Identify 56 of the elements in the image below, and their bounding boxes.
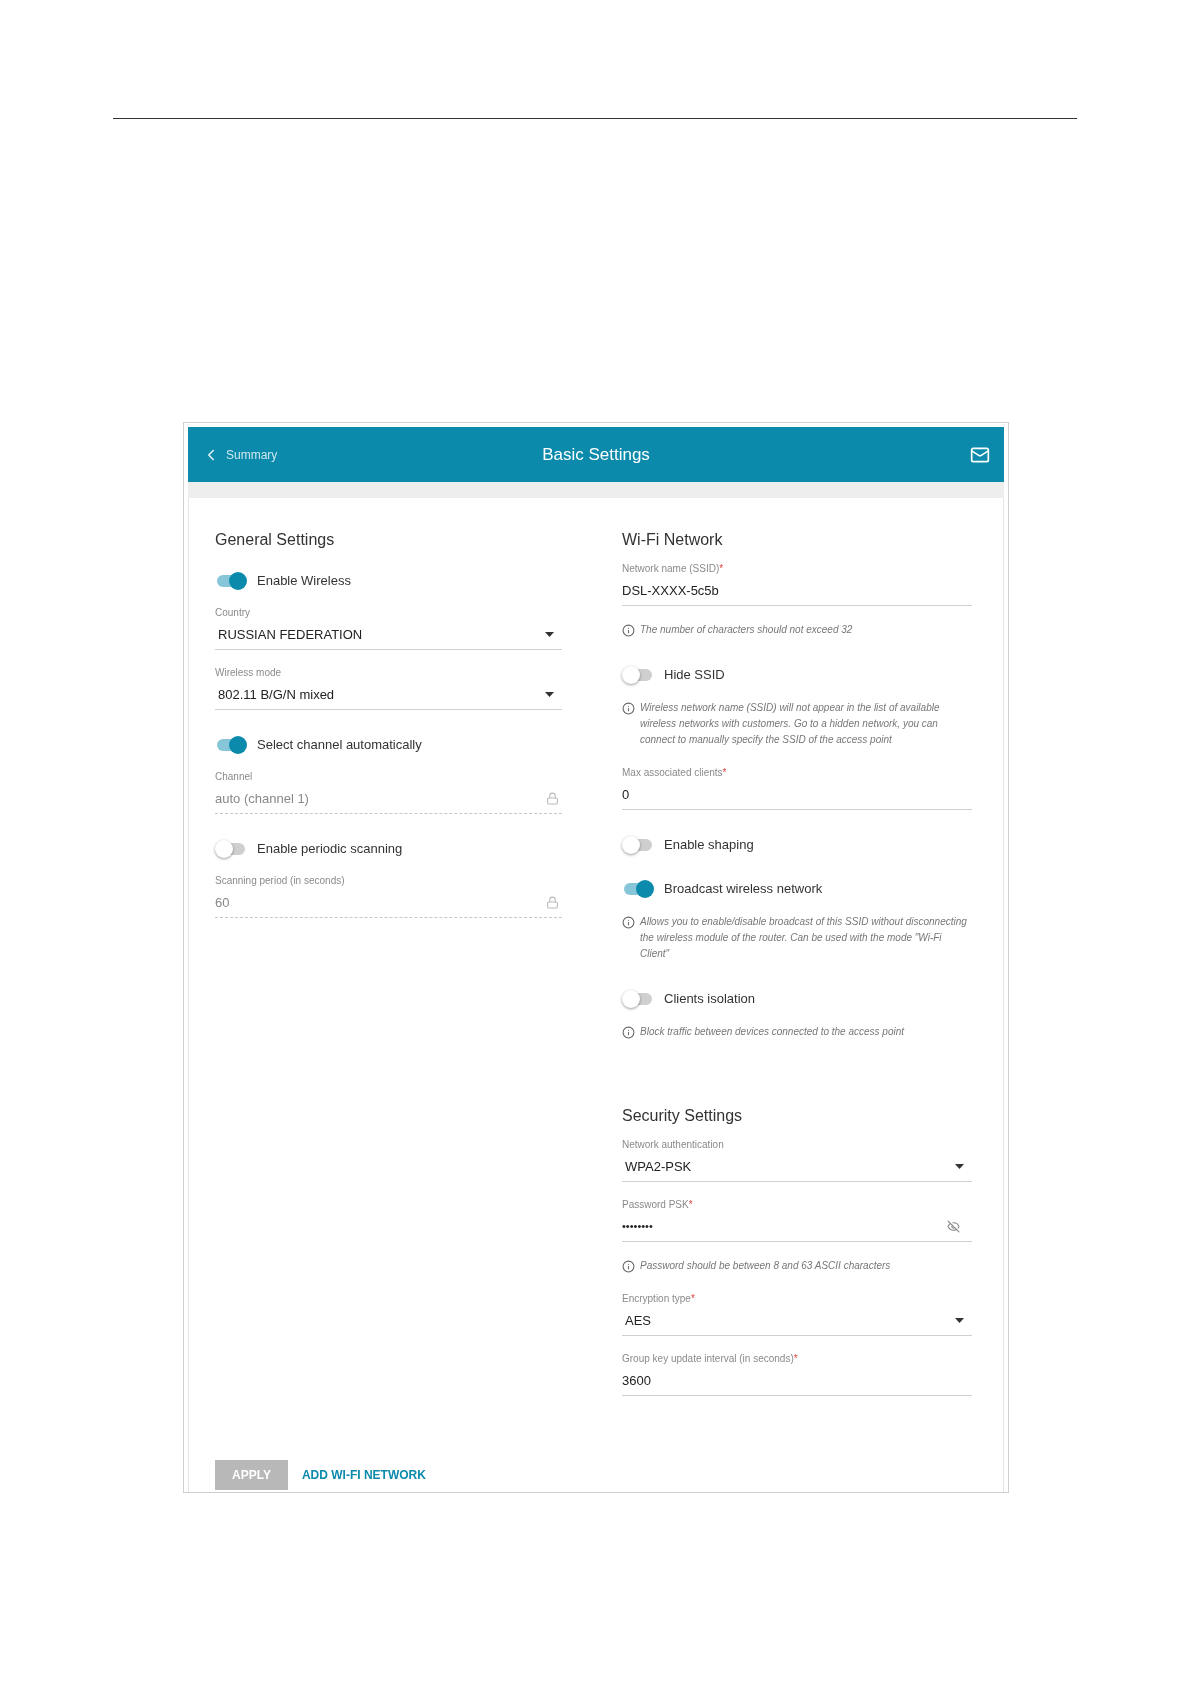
password-field[interactable]: •••••••• (622, 1212, 972, 1242)
hint-text: Block traffic between devices connected to the access point (640, 1025, 905, 1039)
toggle-label: Clients isolation (664, 990, 756, 1009)
field-label: Password PSK* (622, 1198, 694, 1212)
toggle-switch[interactable] (217, 739, 245, 751)
toggle-label: Select channel automatically (257, 736, 422, 755)
page-title: Basic Settings (542, 443, 650, 466)
section-heading: Security Settings (622, 1106, 744, 1126)
info-icon (622, 1260, 635, 1273)
locked-field: auto (channel 1) (215, 784, 562, 814)
hint-text: Password should be between 8 and 63 ASCII characters (640, 1259, 891, 1273)
toggle-switch[interactable] (624, 883, 652, 895)
field-label: Country (215, 606, 251, 620)
hint-text: Wireless network name (SSID) will not appear in the list of available wireless networks with customers. Go to a hidden network, you can connect to manually specify the SSID of the access point (640, 701, 941, 747)
field-label: Encryption type* (622, 1292, 696, 1306)
toggle-label: Broadcast wireless network (664, 880, 823, 899)
dropdown-caret-icon (545, 632, 554, 637)
eye-off-icon[interactable] (947, 1220, 960, 1233)
section-heading: Wi-Fi Network (622, 530, 724, 550)
toggle-label: Enable Wireless (257, 572, 351, 591)
dropdown-field[interactable]: RUSSIAN FEDERATION (215, 620, 562, 650)
dropdown-field[interactable]: WPA2-PSK (622, 1152, 972, 1182)
toggle-switch[interactable] (624, 993, 652, 1005)
dropdown-caret-icon (955, 1164, 964, 1169)
dropdown-caret-icon (955, 1318, 964, 1323)
info-icon (622, 624, 635, 637)
lock-icon (546, 792, 559, 805)
field-label: Network authentication (622, 1138, 725, 1152)
field-label: Network name (SSID)* (622, 562, 725, 576)
field-label: Channel (215, 770, 254, 784)
field-label: Wireless mode (215, 666, 283, 680)
toggle-switch[interactable] (624, 669, 652, 681)
toggle-label: Hide SSID (664, 666, 725, 685)
toggle-label: Enable shaping (664, 836, 754, 855)
toggle-switch[interactable] (624, 839, 652, 851)
input-field[interactable]: DSL-XXXX-5c5b (622, 576, 972, 606)
field-label: Scanning period (in seconds) (215, 874, 346, 888)
toggle-label: Enable periodic scanning (257, 840, 403, 859)
dropdown-caret-icon (545, 692, 554, 697)
input-field[interactable]: 0 (622, 780, 972, 810)
toggle-switch[interactable] (217, 843, 245, 855)
info-icon (622, 1026, 635, 1039)
hint-text: Allows you to enable/disable broadcast of this SSID without disconnecting the wireless module of the router. Can be used with the mode "Wi-Fi Client" (640, 915, 968, 961)
field-label: Group key update interval (in seconds)* (622, 1352, 799, 1366)
info-icon (622, 916, 635, 929)
hint-text: The number of characters should not exceed 32 (640, 623, 853, 637)
input-field[interactable]: 3600 (622, 1366, 972, 1396)
field-label: Max associated clients* (622, 766, 728, 780)
lock-icon (546, 896, 559, 909)
add-network-link[interactable]: ADD WI-FI NETWORK (301, 1460, 426, 1490)
locked-field: 60 (215, 888, 562, 918)
section-heading: General Settings (215, 530, 336, 550)
info-icon (622, 702, 635, 715)
dropdown-field[interactable]: AES (622, 1306, 972, 1336)
dropdown-field[interactable]: 802.11 B/G/N mixed (215, 680, 562, 710)
toggle-switch[interactable] (217, 575, 245, 587)
